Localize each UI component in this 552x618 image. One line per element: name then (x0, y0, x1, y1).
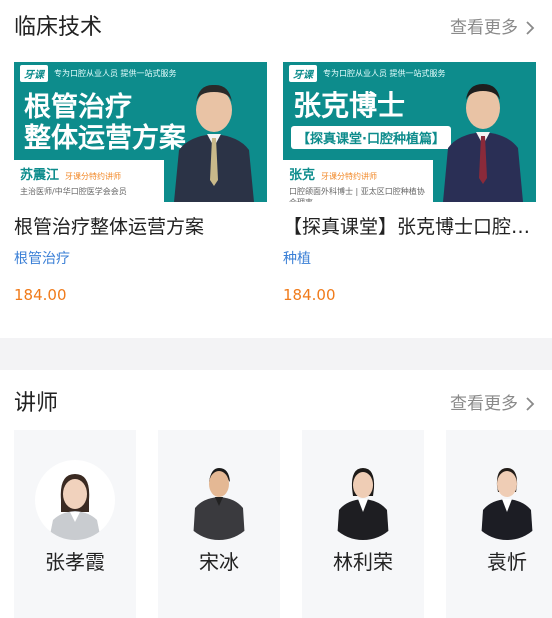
course-cover-image: 牙课 专为口腔从业人员 提供一站式服务 根管治疗 整体运营方案 苏震江 牙课分特约… (14, 62, 267, 202)
course-title: 根管治疗整体运营方案 (14, 216, 205, 238)
cover-lecturer-name: 张克 (289, 168, 316, 183)
lecturer-name: 袁忻 (487, 550, 527, 574)
course-card[interactable]: 牙课 专为口腔从业人员 提供一站式服务 根管治疗 整体运营方案 苏震江 牙课分特约… (14, 62, 267, 304)
lecturer-name: 张孝霞 (45, 550, 105, 574)
avatar (467, 460, 547, 540)
lecturer-photo (174, 84, 254, 202)
cover-lecturer-card: 张克牙课分特约讲师 口腔颌面外科博士 | 亚太区口腔种植协会理事 (283, 160, 433, 202)
cover-title-line: 张克博士 (293, 89, 406, 122)
lecturer-avatar-image (337, 468, 389, 540)
cover-slogan: 专为口腔从业人员 提供一站式服务 (323, 68, 446, 78)
cover-lecturer-name-row: 张克 牙课分特约讲师 (289, 164, 427, 183)
lecturers-see-more-link[interactable]: 查看更多 (450, 384, 538, 424)
cover-title: 张克博士 (293, 89, 406, 122)
cover-lecturer-card: 苏震江 牙课分特约讲师 主治医师/中华口腔医学会会员 (14, 160, 164, 202)
lecturer-photo (443, 84, 523, 202)
cover-title-line: 整体运营方案 (24, 123, 186, 155)
cover-subtitle: 【探真课堂·口腔种植篇】 (291, 126, 451, 149)
avatar (323, 460, 403, 540)
chevron-right-icon (526, 21, 535, 35)
cover-title: 根管治疗 整体运营方案 (24, 92, 186, 154)
section-divider (0, 338, 552, 370)
course-title: 【探真课堂】张克博士口腔种植篇 (283, 216, 536, 238)
avatar (35, 460, 115, 540)
lecturer-card[interactable]: 袁忻 (446, 430, 552, 618)
cover-lecturer-desc: 主治医师/中华口腔医学会会员 (20, 187, 127, 196)
course-card[interactable]: 牙课 专为口腔从业人员 提供一站式服务 张克博士 【探真课堂·口腔种植篇】 张克… (283, 62, 536, 304)
see-more-label: 查看更多 (450, 394, 518, 414)
brand-logo: 牙课 (20, 64, 48, 82)
lecturer-avatar-image (481, 468, 533, 540)
lecturer-card[interactable]: 张孝霞 (14, 430, 136, 618)
clinical-section-header: 临床技术 查看更多 (0, 8, 552, 48)
lecturer-avatar-image (49, 474, 101, 540)
course-tag[interactable]: 根管治疗 (14, 248, 267, 268)
lecturer-avatar-image (193, 468, 245, 540)
lecturers-section-title: 讲师 (14, 391, 59, 416)
cover-lecturer-name: 苏震江 (20, 168, 60, 183)
lecturers-section-header: 讲师 查看更多 (0, 384, 552, 424)
cover-lecturer-tag: 牙课分特约讲师 (65, 172, 122, 181)
lecturer-card[interactable]: 宋冰 (158, 430, 280, 618)
cover-lecturer-tag: 牙课分特约讲师 (321, 172, 378, 181)
cover-lecturer-name-row: 苏震江 牙课分特约讲师 (20, 164, 158, 183)
lecturer-card[interactable]: 林利荣 (302, 430, 424, 618)
course-cover-image: 牙课 专为口腔从业人员 提供一站式服务 张克博士 【探真课堂·口腔种植篇】 张克… (283, 62, 536, 202)
see-more-label: 查看更多 (450, 18, 518, 38)
cover-slogan: 专为口腔从业人员 提供一站式服务 (54, 68, 177, 78)
lecturer-name: 林利荣 (333, 550, 393, 574)
lecturer-name: 宋冰 (199, 550, 239, 574)
cover-title-line: 根管治疗 (24, 92, 132, 123)
avatar (179, 460, 259, 540)
clinical-see-more-link[interactable]: 查看更多 (450, 8, 538, 48)
brand-logo: 牙课 (289, 64, 317, 82)
course-price: 184.00 (14, 286, 67, 304)
course-tag[interactable]: 种植 (283, 248, 536, 268)
clinical-section-title: 临床技术 (14, 15, 103, 40)
chevron-right-icon (526, 397, 535, 411)
cover-lecturer-desc: 口腔颌面外科博士 | 亚太区口腔种植协会理事 (289, 187, 425, 202)
course-price: 184.00 (283, 286, 336, 304)
